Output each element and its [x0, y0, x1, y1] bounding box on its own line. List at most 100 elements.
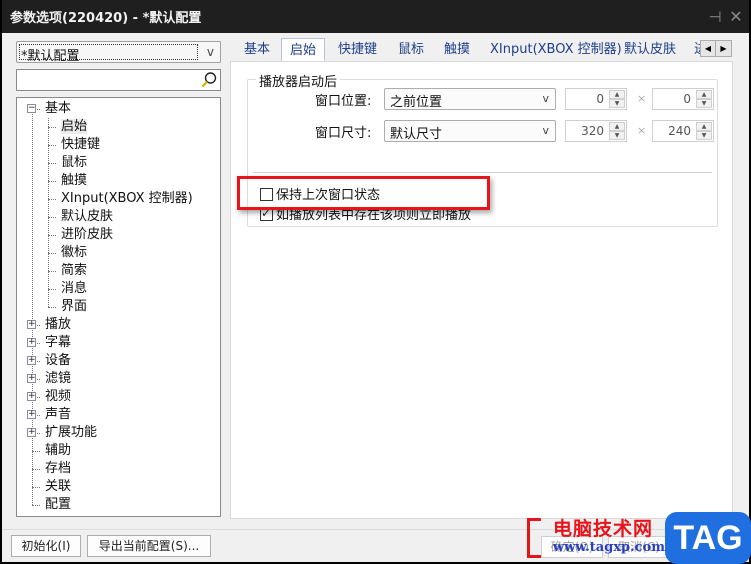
pin-icon[interactable]: ⊣ — [706, 8, 724, 26]
decrement-icon[interactable]: ▼ — [696, 99, 712, 108]
window-width-stepper[interactable]: 320 ▲ ▼ — [565, 120, 627, 142]
tree-item-label: 字幕 — [45, 335, 72, 350]
scroll-left-icon[interactable]: ◀ — [701, 41, 716, 56]
stepper-value: 240 — [668, 124, 691, 138]
initialize-button[interactable]: 初始化(I) — [11, 535, 81, 557]
tree-item-child[interactable]: XInput(XBOX 控制器) — [61, 190, 193, 208]
tree-item-label: 关联 — [45, 479, 72, 494]
expand-icon[interactable]: + — [27, 374, 36, 383]
tab-4[interactable]: 触摸 — [444, 40, 470, 62]
tree-connector — [32, 469, 40, 470]
expand-icon[interactable]: + — [27, 428, 36, 437]
increment-icon[interactable]: ▲ — [696, 122, 712, 131]
tree-item-root[interactable]: 声音 — [45, 406, 71, 424]
tree-connector — [48, 127, 56, 128]
search-input[interactable] — [19, 71, 194, 89]
tree-connector — [48, 253, 56, 254]
group-title: 播放器启动后 — [256, 71, 341, 90]
window-size-dropdown[interactable]: 默认尺寸 v — [384, 120, 556, 142]
tree-connector — [48, 145, 56, 146]
window-position-y-stepper[interactable]: 0 ▲ ▼ — [652, 88, 714, 110]
tree-connector — [32, 487, 40, 488]
tab-2[interactable]: 快捷键 — [338, 40, 377, 62]
window-position-x-stepper[interactable]: 0 ▲ ▼ — [565, 88, 627, 110]
tree-item-label: 界面 — [61, 299, 88, 314]
close-icon[interactable]: ✕ — [727, 8, 745, 26]
expand-icon[interactable]: + — [27, 356, 36, 365]
tree-item-label: 触摸 — [61, 173, 88, 188]
tree-item-root[interactable]: 配置 — [45, 496, 71, 514]
tree-item-label: 鼠标 — [61, 155, 88, 170]
tree-item-root[interactable]: 滤镜 — [45, 370, 71, 388]
tree-connector — [48, 199, 56, 200]
tree-item-label: 进阶皮肤 — [61, 227, 114, 242]
tree-item-child[interactable]: 启始 — [61, 118, 88, 136]
window-height-stepper[interactable]: 240 ▲ ▼ — [652, 120, 714, 142]
tab-3[interactable]: 鼠标 — [398, 40, 424, 62]
window-position-dropdown[interactable]: 之前位置 v — [384, 88, 556, 110]
increment-icon[interactable]: ▲ — [609, 122, 625, 131]
expand-icon[interactable]: + — [27, 320, 36, 329]
scroll-right-icon[interactable]: ▶ — [716, 41, 731, 56]
tree-item-child[interactable]: 界面 — [61, 298, 87, 316]
window-size-label: 窗口尺寸: — [315, 126, 372, 141]
tab-0[interactable]: 基本 — [244, 40, 270, 62]
profile-dropdown[interactable]: *默认配置 v — [16, 41, 221, 64]
expand-icon[interactable]: + — [27, 410, 36, 419]
tree-item-label: 存档 — [45, 461, 72, 476]
dialog-body: *默认配置 v − 基本 启始 快捷键 鼠标 触摸 XInput(XBOX 控制器) 默认皮肤… — [2, 33, 749, 562]
settings-tree[interactable]: − 基本 启始快捷键 鼠标触摸 XInput(XBOX 控制器) 默认皮肤 进阶皮肤徽标 简索… — [16, 97, 221, 517]
tree-item-label: 消息 — [61, 281, 88, 296]
times-sign: × — [637, 124, 647, 137]
tree-connector — [48, 307, 56, 308]
tree-item-root[interactable]: 基本 — [45, 100, 71, 118]
tree-item-root[interactable]: 扩展功能 — [45, 424, 97, 442]
times-sign: × — [637, 92, 647, 105]
tree-item-child[interactable]: 进阶皮肤 — [61, 226, 113, 244]
tree-connector — [48, 235, 56, 236]
chevron-down-icon: v — [206, 45, 214, 59]
tree-item-root[interactable]: 设备 — [45, 352, 71, 370]
tree-item-child[interactable]: 消息 — [61, 280, 87, 298]
chevron-down-icon: v — [542, 124, 549, 137]
tree-item-root[interactable]: 关联 — [45, 478, 71, 496]
tree-item-label: 启始 — [61, 119, 88, 134]
stepper-value: 0 — [683, 92, 691, 106]
tree-connector — [32, 451, 40, 452]
chevron-down-icon: v — [542, 92, 549, 105]
decrement-icon[interactable]: ▼ — [609, 131, 625, 140]
tree-item-root[interactable]: 辅助 — [45, 442, 71, 460]
tree-item-root[interactable]: 存档 — [45, 460, 71, 478]
tree-connector — [48, 289, 56, 290]
tree-item-root[interactable]: 字幕 — [45, 334, 71, 352]
tab-5[interactable]: XInput(XBOX 控制器) — [490, 40, 622, 62]
watermark-badge: TAG — [665, 512, 751, 564]
tab-6[interactable]: 默认皮肤 — [624, 40, 676, 62]
increment-icon[interactable]: ▲ — [609, 90, 625, 99]
decrement-icon[interactable]: ▼ — [696, 131, 712, 140]
tree-item-root[interactable]: 视频 — [45, 388, 71, 406]
search-icon[interactable] — [200, 71, 218, 89]
tree-item-child[interactable]: 快捷键 — [61, 136, 100, 154]
tree-connector — [48, 163, 56, 164]
tree-connector — [48, 217, 56, 218]
export-config-button[interactable]: 导出当前配置(S)... — [87, 535, 211, 557]
watermark-site-name: 电脑技术网 — [553, 518, 654, 540]
annotation-highlight-box — [237, 176, 490, 210]
tree-item-child[interactable]: 鼠标 — [61, 154, 87, 172]
checkbox-label: 如播放列表中存在该项则立即播放 — [276, 208, 472, 223]
tree-item-root[interactable]: 播放 — [45, 316, 71, 334]
increment-icon[interactable]: ▲ — [696, 90, 712, 99]
tree-item-child[interactable]: 默认皮肤 — [61, 208, 113, 226]
collapse-icon[interactable]: − — [27, 104, 36, 113]
expand-icon[interactable]: + — [27, 338, 36, 347]
decrement-icon[interactable]: ▼ — [609, 99, 625, 108]
title-bar: 参数选项(220420) - *默认配置 ⊣ ✕ — [2, 0, 749, 33]
tree-connector — [48, 271, 56, 272]
tab-1[interactable]: 启始 — [281, 38, 326, 62]
tree-root-line — [32, 109, 33, 505]
tree-item-child[interactable]: 触摸 — [61, 172, 87, 190]
tree-item-child[interactable]: 徽标 — [61, 244, 87, 262]
tree-item-child[interactable]: 简索 — [61, 262, 87, 280]
expand-icon[interactable]: + — [27, 392, 36, 401]
